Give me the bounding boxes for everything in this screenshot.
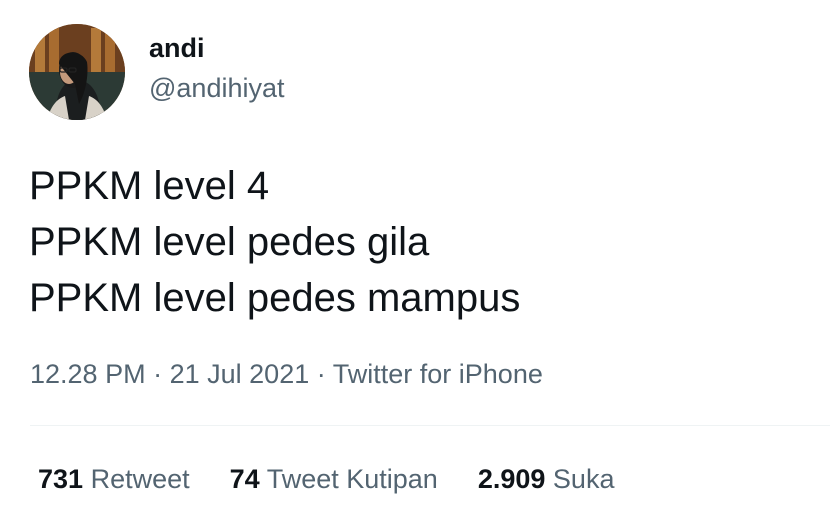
retweet-label: Retweet [90, 464, 190, 494]
tweet-time[interactable]: 12.28 PM [30, 359, 146, 389]
tweet-source[interactable]: Twitter for iPhone [333, 359, 543, 389]
author-display-name[interactable]: andi [149, 31, 285, 65]
meta-separator: · [316, 359, 326, 389]
tweet-text-line: PPKM level pedes mampus [29, 276, 521, 320]
tweet-header: andi @andihiyat [29, 24, 285, 120]
author-handle[interactable]: @andihiyat [149, 71, 285, 105]
quote-label: Tweet Kutipan [266, 464, 438, 494]
like-count: 2.909 [477, 464, 546, 494]
author-names: andi @andihiyat [149, 31, 285, 105]
tweet-text-line: PPKM level 4 [29, 164, 270, 208]
quote-stat[interactable]: 74 Tweet Kutipan [230, 462, 438, 496]
tweet-stats: 731 Retweet 74 Tweet Kutipan 2.909 Suka [38, 462, 654, 496]
tweet-text: PPKM level 4 PPKM level pedes gila PPKM … [29, 158, 520, 326]
divider [30, 425, 830, 426]
tweet-text-line: PPKM level pedes gila [29, 220, 430, 264]
tweet-date[interactable]: 21 Jul 2021 [170, 359, 310, 389]
avatar-image [29, 24, 125, 120]
meta-separator: · [153, 359, 163, 389]
retweet-count: 731 [38, 464, 84, 494]
avatar[interactable] [29, 24, 125, 120]
tweet-meta: 12.28 PM · 21 Jul 2021 · Twitter for iPh… [30, 357, 543, 391]
quote-count: 74 [229, 464, 260, 494]
tweet-card: andi @andihiyat PPKM level 4 PPKM level … [0, 0, 830, 530]
retweet-stat[interactable]: 731 Retweet [38, 462, 190, 496]
like-label: Suka [552, 464, 615, 494]
like-stat[interactable]: 2.909 Suka [478, 462, 615, 496]
